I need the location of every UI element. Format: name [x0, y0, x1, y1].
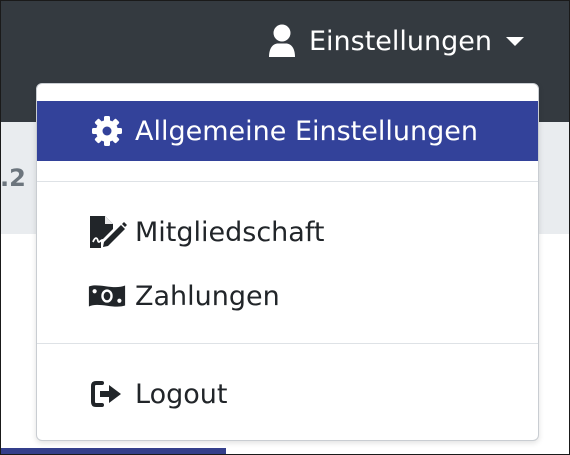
active-tab-underline	[0, 448, 226, 455]
menu-item-label: Allgemeine Einstellungen	[135, 115, 478, 147]
sign-out-icon	[87, 376, 127, 412]
menu-item-membership[interactable]: Mitgliedschaft	[37, 202, 538, 262]
menu-item-label: Mitgliedschaft	[135, 216, 325, 248]
menu-item-label: Logout	[135, 378, 228, 410]
caret-down-icon	[506, 36, 524, 46]
menu-divider	[37, 343, 538, 344]
menu-item-payments[interactable]: Zahlungen	[37, 266, 538, 326]
sub-header-partial-text: .2	[0, 164, 26, 192]
file-signature-icon	[87, 214, 127, 250]
gear-icon	[87, 113, 127, 149]
user-menu-toggle[interactable]: Einstellungen	[267, 20, 524, 62]
menu-item-logout[interactable]: Logout	[37, 364, 538, 424]
user-menu-label: Einstellungen	[308, 25, 492, 57]
money-bill-icon	[87, 278, 127, 314]
user-icon	[267, 24, 297, 58]
menu-divider	[37, 181, 538, 182]
menu-item-general-settings[interactable]: Allgemeine Einstellungen	[37, 101, 538, 161]
menu-item-label: Zahlungen	[135, 280, 280, 312]
user-dropdown-menu: Allgemeine Einstellungen Mitgliedschaft	[36, 83, 539, 441]
